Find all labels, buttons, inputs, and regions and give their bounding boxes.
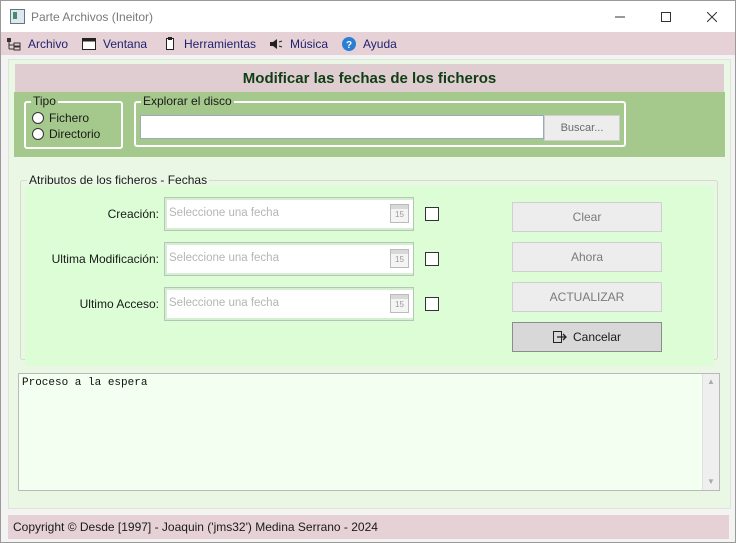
log-textarea[interactable]: Proceso a la espera ▲ ▼: [18, 373, 720, 491]
selection-band: Tipo Fichero Directorio Explorar el disc…: [14, 92, 725, 157]
calendar-icon[interactable]: 15: [390, 204, 409, 223]
explorar-group: Explorar el disco Buscar...: [134, 94, 626, 147]
app-icon: [10, 9, 25, 24]
menu-herramientas[interactable]: Herramientas: [162, 35, 256, 52]
creacion-datepicker[interactable]: Seleccione una fecha 15: [164, 197, 414, 231]
menu-ayuda-label: Ayuda: [363, 36, 397, 51]
main-panel: Modificar las fechas de los ficheros Tip…: [8, 59, 731, 509]
acceso-label: Ultimo Acceso:: [79, 297, 159, 311]
ahora-button[interactable]: Ahora: [512, 242, 662, 272]
actualizar-button[interactable]: ACTUALIZAR: [512, 282, 662, 312]
menu-musica-label: Música: [290, 36, 329, 51]
minimize-icon: [615, 16, 625, 17]
acceso-checkbox[interactable]: [425, 297, 439, 311]
menu-ventana[interactable]: Ventana: [81, 35, 147, 52]
cancelar-label: Cancelar: [572, 330, 622, 344]
explorar-legend: Explorar el disco: [141, 94, 234, 108]
menu-herramientas-label: Herramientas: [184, 36, 257, 51]
radio-directorio-label: Directorio: [49, 127, 101, 141]
maximize-icon: [661, 11, 671, 22]
clear-button[interactable]: Clear: [512, 202, 662, 232]
tipo-legend: Tipo: [31, 94, 58, 108]
status-bar: Copyright © Desde [1997] - Joaquin ('jms…: [8, 515, 729, 539]
title-bar[interactable]: Parte Archivos (Ineitor): [1, 1, 735, 32]
atributos-group: Atributos de los ficheros - Fechas Creac…: [20, 173, 718, 366]
radio-directorio-circle[interactable]: [32, 128, 44, 140]
close-icon: [707, 11, 717, 22]
tipo-group: Tipo Fichero Directorio: [24, 94, 123, 149]
menu-ventana-label: Ventana: [103, 36, 148, 51]
radio-fichero-label: Fichero: [49, 111, 90, 125]
copyright-text: Copyright © Desde [1997] - Joaquin ('jms…: [13, 520, 378, 534]
exit-icon: [552, 331, 567, 343]
atributos-area: Creación: Seleccione una fecha 15 Ultima…: [25, 186, 714, 366]
creacion-label: Creación:: [107, 207, 159, 221]
modificacion-datepicker[interactable]: Seleccione una fecha 15: [164, 242, 414, 276]
radio-directorio[interactable]: Directorio: [32, 127, 100, 141]
menu-ayuda[interactable]: ? Ayuda: [341, 35, 397, 52]
log-scrollbar[interactable]: ▲ ▼: [702, 374, 719, 490]
modificacion-placeholder: Seleccione una fecha: [169, 252, 279, 264]
acceso-placeholder: Seleccione una fecha: [169, 297, 279, 309]
scroll-down-icon[interactable]: ▼: [707, 478, 715, 486]
menu-archivo[interactable]: Archivo: [6, 35, 68, 52]
cancelar-button[interactable]: Cancelar: [512, 322, 662, 352]
acceso-date-box: Seleccione una fecha 15: [167, 290, 413, 318]
modificacion-checkbox[interactable]: [425, 252, 439, 266]
creacion-checkbox[interactable]: [425, 207, 439, 221]
speaker-icon: [268, 36, 284, 52]
file-tree-icon: [6, 36, 22, 52]
menu-musica[interactable]: Música: [268, 35, 328, 52]
modificacion-label: Ultima Modificación:: [51, 252, 159, 266]
scroll-up-icon[interactable]: ▲: [707, 378, 715, 386]
modificacion-date-box: Seleccione una fecha 15: [167, 245, 413, 273]
window-title: Parte Archivos (Ineitor): [31, 10, 154, 24]
maximize-button[interactable]: [643, 1, 689, 32]
menu-bar: Archivo Ventana Herramientas Música ? Ay…: [1, 32, 735, 55]
radio-fichero-circle[interactable]: [32, 112, 44, 124]
atributos-legend: Atributos de los ficheros - Fechas: [27, 173, 210, 187]
buscar-button[interactable]: Buscar...: [544, 115, 620, 141]
path-input[interactable]: [140, 115, 544, 139]
menu-archivo-label: Archivo: [28, 36, 69, 51]
svg-text:?: ?: [346, 40, 352, 51]
window-icon: [81, 36, 97, 52]
log-text: Proceso a la espera: [22, 377, 148, 389]
help-icon: ?: [341, 36, 357, 52]
tools-icon: [162, 36, 178, 52]
main-window: Parte Archivos (Ineitor) Archivo Ventana: [0, 0, 736, 543]
calendar-icon[interactable]: 15: [390, 249, 409, 268]
creacion-date-box: Seleccione una fecha 15: [167, 200, 413, 228]
acceso-datepicker[interactable]: Seleccione una fecha 15: [164, 287, 414, 321]
minimize-button[interactable]: [597, 1, 643, 32]
close-button[interactable]: [689, 1, 735, 32]
calendar-icon[interactable]: 15: [390, 294, 409, 313]
page-title: Modificar las fechas de los ficheros: [15, 64, 724, 92]
radio-fichero[interactable]: Fichero: [32, 111, 89, 125]
creacion-placeholder: Seleccione una fecha: [169, 207, 279, 219]
